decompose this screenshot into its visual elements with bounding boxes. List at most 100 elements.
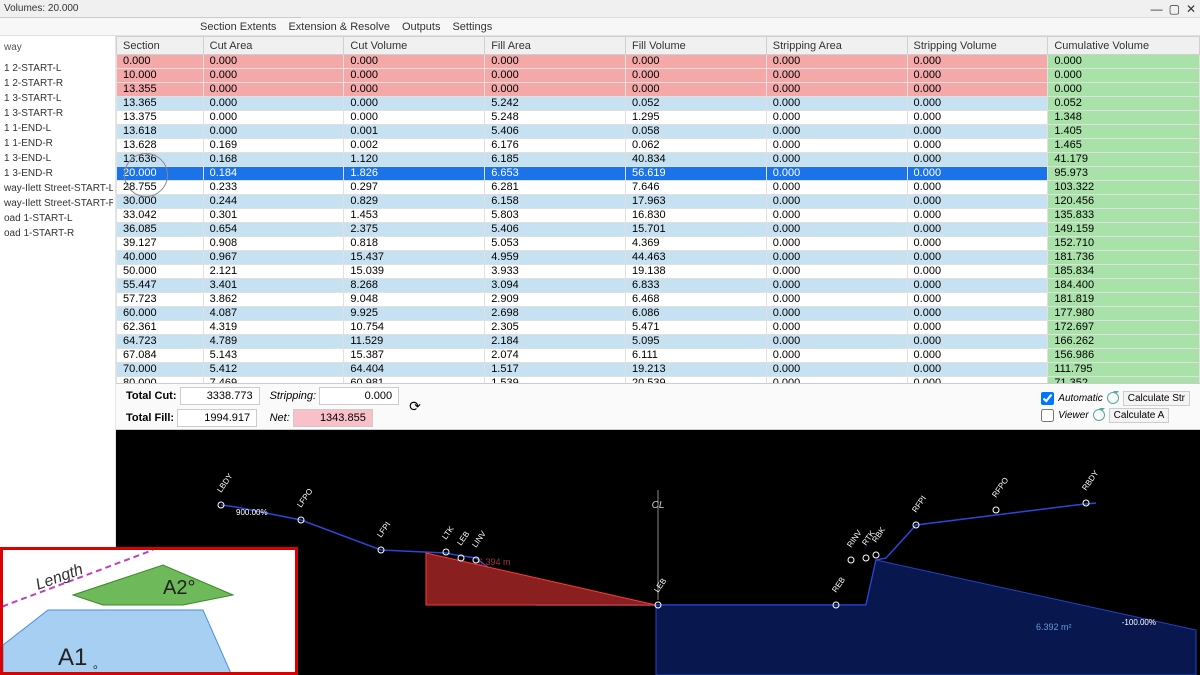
cs-point-label: RBDY — [1080, 468, 1101, 492]
table-cell: 0.000 — [625, 69, 766, 83]
table-row[interactable]: 36.0850.6542.3755.40615.7010.0000.000149… — [117, 223, 1200, 237]
sidebar-item[interactable]: 1 3-START-R — [2, 106, 113, 121]
table-cell: 64.723 — [117, 335, 204, 349]
table-cell: 39.127 — [117, 237, 204, 251]
volumes-table-wrap: SectionCut AreaCut VolumeFill AreaFill V… — [116, 36, 1200, 384]
table-cell: 13.636 — [117, 153, 204, 167]
table-cell: 0.000 — [625, 55, 766, 69]
inset-diagram: Length A2° A1 。 — [0, 547, 298, 675]
sidebar-item[interactable]: 1 3-START-L — [2, 91, 113, 106]
table-cell: 0.297 — [344, 181, 485, 195]
table-cell: 0.000 — [907, 321, 1048, 335]
minimize-icon[interactable]: — — [1151, 2, 1163, 16]
sidebar-item[interactable]: 1 3-END-R — [2, 166, 113, 181]
table-row[interactable]: 13.3550.0000.0000.0000.0000.0000.0000.00… — [117, 83, 1200, 97]
maximize-icon[interactable]: ▢ — [1169, 2, 1180, 16]
refresh-small-icon-2[interactable] — [1093, 409, 1105, 421]
table-cell: 64.404 — [344, 363, 485, 377]
calculate-str-button[interactable]: Calculate Str — [1123, 391, 1190, 406]
sidebar-item[interactable]: 1 2-START-L — [2, 61, 113, 76]
table-row[interactable]: 28.7550.2330.2976.2817.6460.0000.000103.… — [117, 181, 1200, 195]
table-cell: 33.042 — [117, 209, 204, 223]
right-pct: -100.00% — [1122, 618, 1156, 627]
table-row[interactable]: 67.0845.14315.3872.0746.1110.0000.000156… — [117, 349, 1200, 363]
table-cell: 0.818 — [344, 237, 485, 251]
table-row[interactable]: 13.6180.0000.0015.4060.0580.0000.0001.40… — [117, 125, 1200, 139]
cl-label: CL — [652, 500, 665, 511]
cs-point-label: REB — [830, 576, 847, 595]
table-cell: 0.168 — [203, 153, 344, 167]
sidebar-item[interactable]: 1 1-END-R — [2, 136, 113, 151]
table-row[interactable]: 50.0002.12115.0393.93319.1380.0000.00018… — [117, 265, 1200, 279]
column-header[interactable]: Fill Volume — [625, 37, 766, 55]
close-icon[interactable]: ✕ — [1186, 2, 1196, 16]
table-row[interactable]: 39.1270.9080.8185.0534.3690.0000.000152.… — [117, 237, 1200, 251]
sidebar-item[interactable]: oad 1-START-L — [2, 211, 113, 226]
table-cell: 70.000 — [117, 363, 204, 377]
sidebar-item[interactable]: 1 3-END-L — [2, 151, 113, 166]
table-cell: 1.405 — [1048, 125, 1200, 139]
column-header[interactable]: Section — [117, 37, 204, 55]
table-cell: 0.000 — [766, 251, 907, 265]
table-row[interactable]: 40.0000.96715.4374.95944.4630.0000.00018… — [117, 251, 1200, 265]
table-row[interactable]: 60.0004.0879.9252.6986.0860.0000.000177.… — [117, 307, 1200, 321]
menu-extension-resolve[interactable]: Extension & Resolve — [288, 21, 390, 33]
table-cell: 15.701 — [625, 223, 766, 237]
column-header[interactable]: Fill Area — [485, 37, 626, 55]
table-row[interactable]: 20.0000.1841.8266.65356.6190.0000.00095.… — [117, 167, 1200, 181]
sidebar-item[interactable]: way-Ilett Street-START-L — [2, 181, 113, 196]
table-row[interactable]: 13.3650.0000.0005.2420.0520.0000.0000.05… — [117, 97, 1200, 111]
table-row[interactable]: 33.0420.3011.4535.80316.8300.0000.000135… — [117, 209, 1200, 223]
table-row[interactable]: 55.4473.4018.2683.0946.8330.0000.000184.… — [117, 279, 1200, 293]
automatic-checkbox[interactable] — [1041, 392, 1054, 405]
column-header[interactable]: Stripping Volume — [907, 37, 1048, 55]
table-cell: 0.169 — [203, 139, 344, 153]
table-cell: 0.000 — [766, 111, 907, 125]
table-cell: 0.000 — [907, 181, 1048, 195]
refresh-icon[interactable]: ⟳ — [409, 398, 421, 415]
table-row[interactable]: 57.7233.8629.0482.9096.4680.0000.000181.… — [117, 293, 1200, 307]
table-cell: 1.517 — [485, 363, 626, 377]
table-cell: 0.000 — [766, 139, 907, 153]
table-cell: 0.000 — [907, 363, 1048, 377]
table-cell: 2.909 — [485, 293, 626, 307]
table-cell: 6.086 — [625, 307, 766, 321]
table-row[interactable]: 13.6360.1681.1206.18540.8340.0000.00041.… — [117, 153, 1200, 167]
table-cell: 15.039 — [344, 265, 485, 279]
table-row[interactable]: 0.0000.0000.0000.0000.0000.0000.0000.000 — [117, 55, 1200, 69]
table-cell: 0.000 — [907, 195, 1048, 209]
table-cell: 0.000 — [344, 69, 485, 83]
column-header[interactable]: Cut Volume — [344, 37, 485, 55]
calculate-a-button[interactable]: Calculate A — [1109, 408, 1170, 423]
table-cell: 5.095 — [625, 335, 766, 349]
table-cell: 50.000 — [117, 265, 204, 279]
refresh-small-icon[interactable] — [1107, 392, 1119, 404]
table-cell: 13.618 — [117, 125, 204, 139]
column-header[interactable]: Cut Area — [203, 37, 344, 55]
sidebar-item[interactable]: 1 1-END-L — [2, 121, 113, 136]
table-row[interactable]: 70.0005.41264.4041.51719.2130.0000.00011… — [117, 363, 1200, 377]
table-cell: 2.305 — [485, 321, 626, 335]
cs-point-label: RINV — [845, 528, 864, 549]
table-cell: 1.465 — [1048, 139, 1200, 153]
table-row[interactable]: 30.0000.2440.8296.15817.9630.0000.000120… — [117, 195, 1200, 209]
table-row[interactable]: 64.7234.78911.5292.1845.0950.0000.000166… — [117, 335, 1200, 349]
table-row[interactable]: 62.3614.31910.7542.3055.4710.0000.000172… — [117, 321, 1200, 335]
table-cell: 0.000 — [203, 55, 344, 69]
table-cell: 0.000 — [766, 363, 907, 377]
table-row[interactable]: 10.0000.0000.0000.0000.0000.0000.0000.00… — [117, 69, 1200, 83]
menu-section-extents[interactable]: Section Extents — [200, 21, 276, 33]
sidebar-item[interactable]: 1 2-START-R — [2, 76, 113, 91]
table-row[interactable]: 80.0007.46960.9811.53920.5390.0000.00071… — [117, 377, 1200, 385]
total-fill-value: 1994.917 — [177, 409, 257, 427]
viewer-checkbox[interactable] — [1041, 409, 1054, 422]
menu-settings[interactable]: Settings — [452, 21, 492, 33]
table-cell: 0.000 — [766, 307, 907, 321]
column-header[interactable]: Stripping Area — [766, 37, 907, 55]
menu-outputs[interactable]: Outputs — [402, 21, 441, 33]
sidebar-item[interactable]: way-Ilett Street-START-R — [2, 196, 113, 211]
column-header[interactable]: Cumulative Volume — [1048, 37, 1200, 55]
table-row[interactable]: 13.6280.1690.0026.1760.0620.0000.0001.46… — [117, 139, 1200, 153]
sidebar-item[interactable]: oad 1-START-R — [2, 226, 113, 241]
table-row[interactable]: 13.3750.0000.0005.2481.2950.0000.0001.34… — [117, 111, 1200, 125]
